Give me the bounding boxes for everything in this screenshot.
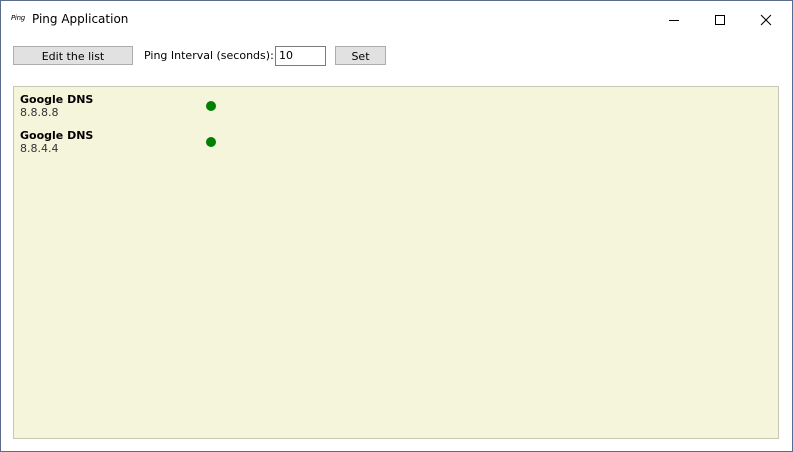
minimize-icon: [669, 20, 679, 21]
app-window: Ping Ping Application Edit the list Ping…: [0, 0, 793, 452]
window-title: Ping Application: [32, 12, 129, 26]
host-list: Google DNS 8.8.8.8 Google DNS 8.8.4.4: [13, 86, 779, 439]
close-button[interactable]: [743, 1, 789, 38]
host-item: Google DNS 8.8.8.8: [20, 93, 93, 119]
minimize-button[interactable]: [651, 1, 697, 38]
status-up-indicator: [206, 137, 216, 147]
host-name: Google DNS: [20, 93, 94, 106]
status-up-indicator: [206, 101, 216, 111]
edit-list-button[interactable]: Edit the list: [13, 46, 133, 65]
title-bar[interactable]: Ping Ping Application: [1, 1, 792, 38]
maximize-button[interactable]: [697, 1, 743, 38]
host-name: Google DNS: [20, 129, 94, 142]
host-ip: 8.8.4.4: [20, 142, 59, 155]
maximize-icon: [715, 15, 725, 25]
set-interval-button[interactable]: Set: [335, 46, 386, 65]
ping-interval-input[interactable]: 10: [275, 46, 326, 66]
host-item: Google DNS 8.8.4.4: [20, 129, 93, 155]
ping-interval-label: Ping Interval (seconds):: [144, 49, 274, 62]
close-icon: [760, 14, 772, 26]
app-icon: Ping: [11, 14, 25, 22]
host-ip: 8.8.8.8: [20, 106, 59, 119]
